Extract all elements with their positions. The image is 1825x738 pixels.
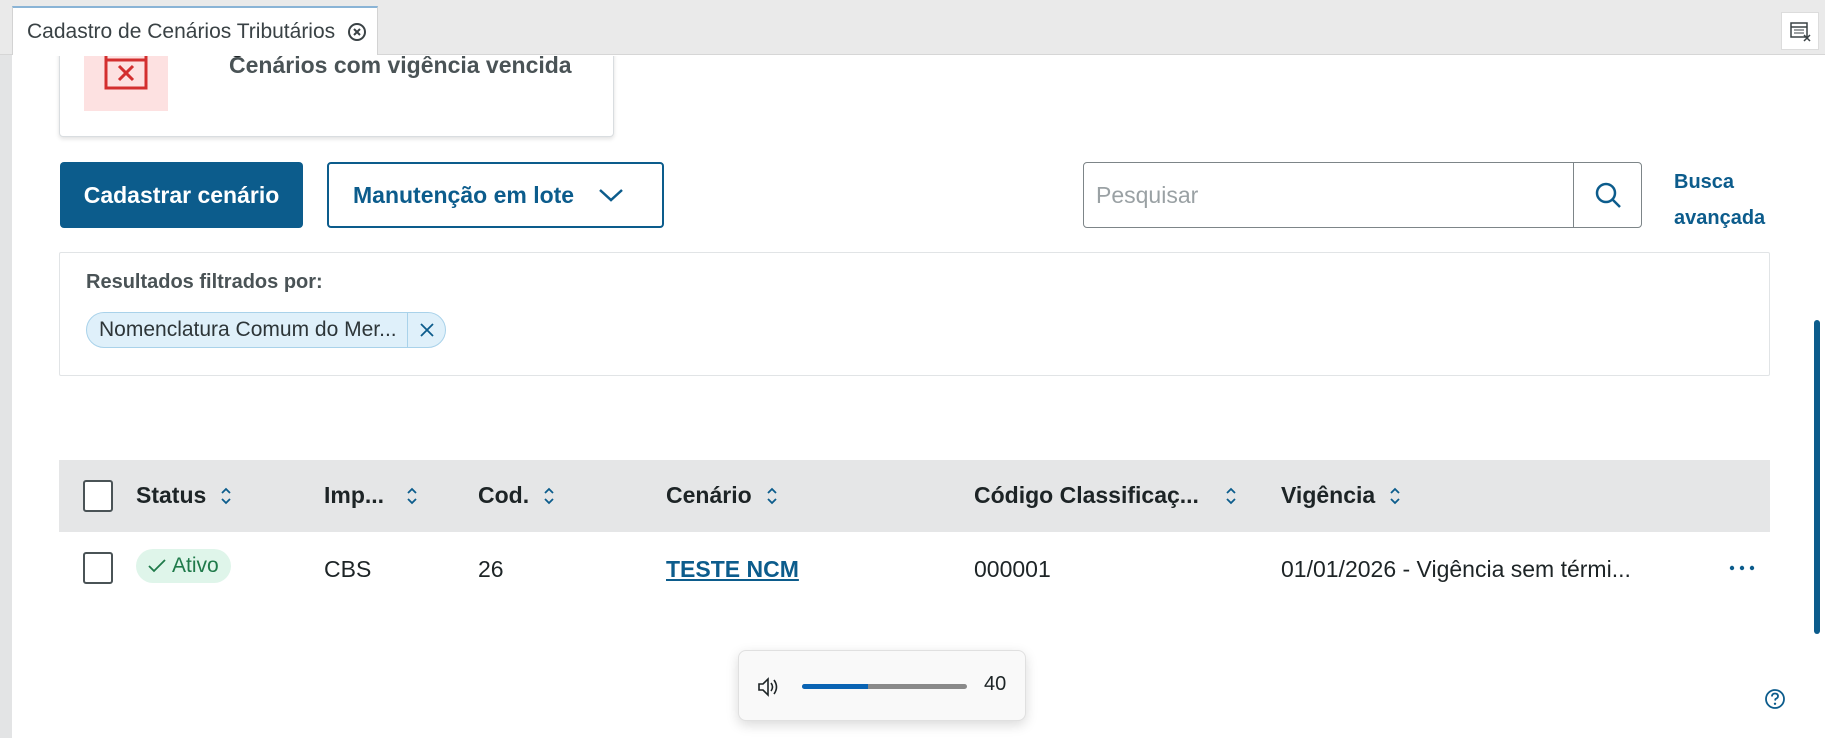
- cell-cenario-link[interactable]: TESTE NCM: [666, 556, 799, 583]
- column-status[interactable]: Status: [136, 482, 232, 509]
- vertical-scrollbar[interactable]: [1814, 320, 1820, 634]
- cell-imposto: CBS: [324, 556, 372, 582]
- tab-bar: Cadastro de Cenários Tributários: [0, 0, 1825, 55]
- column-cenario[interactable]: Cenário: [666, 482, 778, 509]
- volume-flyout: 40: [738, 650, 1026, 721]
- busca-avancada-line1: Busca: [1674, 171, 1735, 193]
- column-imposto-label: Imp...: [324, 482, 385, 508]
- sort-icon[interactable]: [406, 486, 418, 506]
- main-content: 0 Cenários com vigência vencida Cadastra…: [12, 56, 1820, 738]
- manutencao-lote-label: Manutenção em lote: [353, 181, 575, 208]
- window-close-icon[interactable]: [1781, 12, 1819, 50]
- card-label: Cenários com vigência vencida: [229, 56, 572, 78]
- left-rail: [0, 0, 12, 738]
- tab-cadastro-cenarios[interactable]: Cadastro de Cenários Tributários: [12, 6, 378, 55]
- busca-avancada-link[interactable]: Busca avançada: [1674, 164, 1784, 236]
- column-imposto[interactable]: Imp...: [324, 482, 418, 509]
- manutencao-lote-button[interactable]: Manutenção em lote: [327, 162, 664, 228]
- filter-title: Resultados filtrados por:: [86, 271, 323, 293]
- volume-slider[interactable]: [802, 684, 967, 689]
- sort-icon[interactable]: [1389, 486, 1401, 506]
- table-header: Status Imp... Cod. Cenário Código Classi…: [59, 460, 1770, 532]
- search-box: [1083, 162, 1642, 228]
- tab-title: Cadastro de Cenários Tributários: [27, 19, 336, 43]
- sort-icon[interactable]: [766, 486, 778, 506]
- help-icon[interactable]: [1764, 688, 1786, 710]
- column-cod-label: Cod.: [478, 482, 530, 508]
- check-icon: [148, 559, 166, 573]
- cell-cod: 26: [478, 556, 504, 582]
- column-vigencia[interactable]: Vigência: [1281, 482, 1401, 509]
- close-circle-icon[interactable]: [347, 22, 367, 42]
- cadastrar-cenario-button[interactable]: Cadastrar cenário: [60, 162, 303, 228]
- search-input[interactable]: [1084, 163, 1574, 227]
- filter-chip-label: Nomenclatura Comum do Mer...: [99, 318, 397, 341]
- column-codigo-classificacao-label: Código Classificaç...: [974, 482, 1199, 508]
- expired-scenarios-card[interactable]: 0 Cenários com vigência vencida: [59, 56, 614, 137]
- speaker-icon[interactable]: [756, 675, 780, 699]
- row-checkbox[interactable]: [83, 552, 113, 584]
- status-badge: Ativo: [136, 549, 231, 583]
- table-row[interactable]: Ativo CBS 26 TESTE NCM 000001 01/01/2026…: [59, 532, 1770, 606]
- busca-avancada-line2: avançada: [1674, 207, 1766, 229]
- cell-codigo-classificacao: 000001: [974, 556, 1051, 582]
- sort-icon[interactable]: [543, 486, 555, 506]
- search-icon[interactable]: [1573, 163, 1641, 227]
- column-cod[interactable]: Cod.: [478, 482, 555, 509]
- filter-panel: Resultados filtrados por: Nomenclatura C…: [59, 252, 1770, 376]
- cell-vigencia: 01/01/2026 - Vigência sem térmi...: [1281, 556, 1631, 582]
- column-cenario-label: Cenário: [666, 482, 752, 508]
- close-icon[interactable]: [407, 313, 445, 347]
- column-vigencia-label: Vigência: [1281, 482, 1376, 508]
- column-codigo-classificacao[interactable]: Código Classificaç...: [974, 482, 1237, 509]
- volume-slider-fill: [802, 684, 868, 689]
- calendar-x-icon: [84, 56, 168, 111]
- sort-icon[interactable]: [220, 486, 232, 506]
- sort-icon[interactable]: [1225, 486, 1237, 506]
- select-all-checkbox[interactable]: [83, 480, 113, 512]
- more-icon[interactable]: [1722, 550, 1762, 586]
- status-badge-label: Ativo: [172, 554, 219, 577]
- column-status-label: Status: [136, 482, 207, 508]
- volume-value: 40: [984, 673, 1007, 695]
- filter-chip: Nomenclatura Comum do Mer...: [86, 312, 446, 348]
- chevron-down-icon: [598, 187, 624, 203]
